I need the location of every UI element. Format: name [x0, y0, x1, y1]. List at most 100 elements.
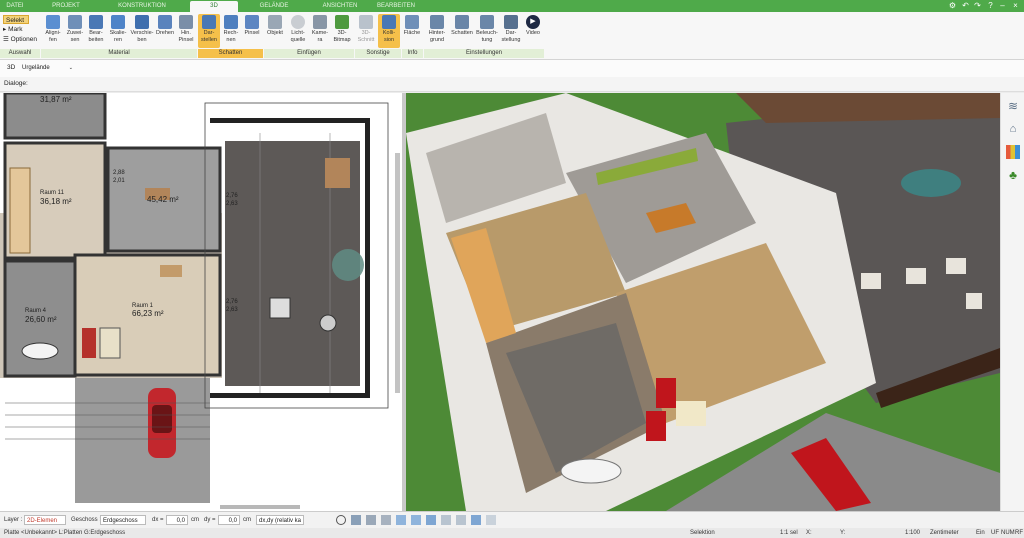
lighting-house-icon	[480, 15, 494, 29]
select-option[interactable]: Selekt	[3, 15, 29, 24]
status-zoom: 1:100	[905, 530, 921, 536]
tab-3d[interactable]: 3D	[190, 1, 238, 12]
room-area: 31,87 m²	[40, 95, 72, 104]
layer-view-icon[interactable]	[426, 515, 436, 525]
dy-input[interactable]: 0,0	[218, 515, 240, 525]
move-label: Verschie- ben	[130, 30, 154, 43]
collision-button[interactable]: Kolli- sion	[378, 14, 400, 48]
settings-icon[interactable]: ⚙	[947, 1, 958, 11]
close-icon[interactable]: ×	[1010, 1, 1021, 11]
rendering-button[interactable]: Dar- stellung	[500, 14, 522, 48]
floor-plan-drawing	[0, 93, 400, 509]
edit-button[interactable]: Bear- beiten	[86, 14, 106, 48]
snap-line-icon[interactable]	[381, 515, 391, 525]
tree-icon[interactable]: ♣	[1006, 168, 1020, 182]
layer-select[interactable]: 2D-Elemen	[24, 515, 66, 525]
video-button[interactable]: ▶ Video	[523, 14, 543, 48]
status-bar: Platte <Unbekannt> L:Platten G:Erdgescho…	[0, 528, 1024, 538]
tab-datei[interactable]: DATEI	[2, 1, 28, 12]
compute-button[interactable]: Rech- nen	[221, 14, 241, 48]
undo-icon[interactable]: ↶	[960, 1, 971, 11]
palette-icon[interactable]	[1006, 145, 1020, 159]
tab-projekt[interactable]: PROJEKT	[42, 1, 90, 12]
view-sidebar: ≋ ⌂ ♣	[1000, 93, 1024, 511]
terrain-select[interactable]: Urgelände ⌄	[20, 63, 75, 73]
group-einfuegen: Einfügen	[264, 49, 354, 58]
move-button[interactable]: Verschie- ben	[130, 14, 154, 48]
magnet-icon[interactable]	[471, 515, 481, 525]
help-icon[interactable]: ?	[985, 1, 996, 11]
light-button[interactable]: Licht- quelle	[287, 14, 309, 48]
scale-button[interactable]: Skalie- ren	[107, 14, 129, 48]
room-area: 36,18 m²	[40, 197, 72, 206]
shadows-button[interactable]: Schatten	[450, 14, 474, 48]
assign-label: Zuwei- sen	[66, 30, 84, 43]
add-brush-label: Hin. Pinsel	[178, 30, 194, 43]
room-area: 26,60 m²	[25, 315, 57, 324]
section-icon	[359, 15, 373, 29]
section-button[interactable]: 3D- Schnitt	[356, 14, 376, 48]
rotate-button[interactable]: Drehen	[155, 14, 175, 48]
room-label: Raum 4	[25, 308, 47, 314]
dimension-label: 2,01	[113, 178, 125, 184]
brush-button[interactable]: Pinsel	[242, 14, 262, 48]
group-schatten: Schatten	[198, 49, 263, 58]
mark-option[interactable]: ▸ Mark	[3, 25, 23, 34]
bitmap-button[interactable]: 3D- Bitmap	[331, 14, 353, 48]
add-brush-button[interactable]: Hin. Pinsel	[176, 14, 196, 48]
floor-select[interactable]: Erdgeschoss	[100, 515, 146, 525]
area-label: Fläche	[403, 30, 421, 36]
tab-bearbeiten[interactable]: BEARBEITEN	[368, 1, 424, 12]
room-area: 66,23 m²	[132, 309, 164, 318]
settings-small-icon[interactable]	[486, 515, 496, 525]
object-label: Objekt	[267, 30, 283, 36]
assign-icon	[68, 15, 82, 29]
dx-value: 0,0	[176, 518, 185, 524]
camera-label: Kame- ra	[311, 30, 329, 43]
snap-grid-icon[interactable]	[351, 515, 361, 525]
table-icon[interactable]	[456, 515, 466, 525]
status-x-label: X:	[806, 530, 812, 536]
room-area: 45,42 m²	[147, 195, 179, 204]
camera-button[interactable]: Kame- ra	[310, 14, 330, 48]
video-label: Video	[526, 30, 540, 36]
ortho-icon[interactable]	[396, 515, 406, 525]
layer-select-value: 2D-Elemen	[27, 518, 58, 524]
tab-gelaende[interactable]: GELÄNDE	[250, 1, 298, 12]
assign-button[interactable]: Zuwei- sen	[65, 14, 85, 48]
dx-unit: cm	[191, 517, 199, 523]
status-info: Platte <Unbekannt> L:Platten G:Erdgescho…	[4, 530, 126, 536]
clock-icon[interactable]	[336, 515, 346, 525]
minimize-icon[interactable]: –	[997, 1, 1008, 11]
coordinate-mode-select[interactable]: dx,dy (relativ ka	[256, 515, 304, 525]
display-button[interactable]: Dar- stellen	[198, 14, 220, 48]
angle-icon[interactable]	[411, 515, 421, 525]
tree-icon	[335, 15, 349, 29]
dy-unit: cm	[243, 517, 251, 523]
options-option[interactable]: ☰ Optionen	[3, 35, 37, 44]
floor-select-value: Erdgeschoss	[103, 518, 138, 524]
area-button[interactable]: Fläche	[402, 14, 422, 48]
mark-label: Mark	[8, 26, 23, 33]
dx-input[interactable]: 0,0	[166, 515, 188, 525]
redo-icon[interactable]: ↷	[972, 1, 983, 11]
object-button[interactable]: Objekt	[265, 14, 285, 48]
compute-icon	[224, 15, 238, 29]
align-button[interactable]: Aligni- fen	[42, 14, 64, 48]
floor-plan-2d[interactable]: 31,87 m² Raum 11 36,18 m² 45,42 m² Raum …	[0, 93, 402, 511]
tab-konstruktion[interactable]: KONSTRUKTION	[108, 1, 176, 12]
options-label: Optionen	[10, 36, 38, 43]
brush-add-icon	[179, 15, 193, 29]
snap-point-icon[interactable]	[366, 515, 376, 525]
lighting-button[interactable]: Beleuch- tung	[475, 14, 499, 48]
shadow-house-icon	[455, 15, 469, 29]
grid-icon[interactable]	[441, 515, 451, 525]
chair-icon[interactable]: ⌂	[1006, 122, 1020, 136]
background-button[interactable]: Hinter- grund	[425, 14, 449, 48]
view-3d[interactable]	[406, 93, 1000, 511]
dy-label: dy =	[204, 517, 216, 523]
view-label: 3D	[7, 64, 16, 71]
layers-icon[interactable]: ≋	[1006, 99, 1020, 113]
scale-icon	[111, 15, 125, 29]
tab-ansichten[interactable]: ANSICHTEN	[314, 1, 366, 12]
